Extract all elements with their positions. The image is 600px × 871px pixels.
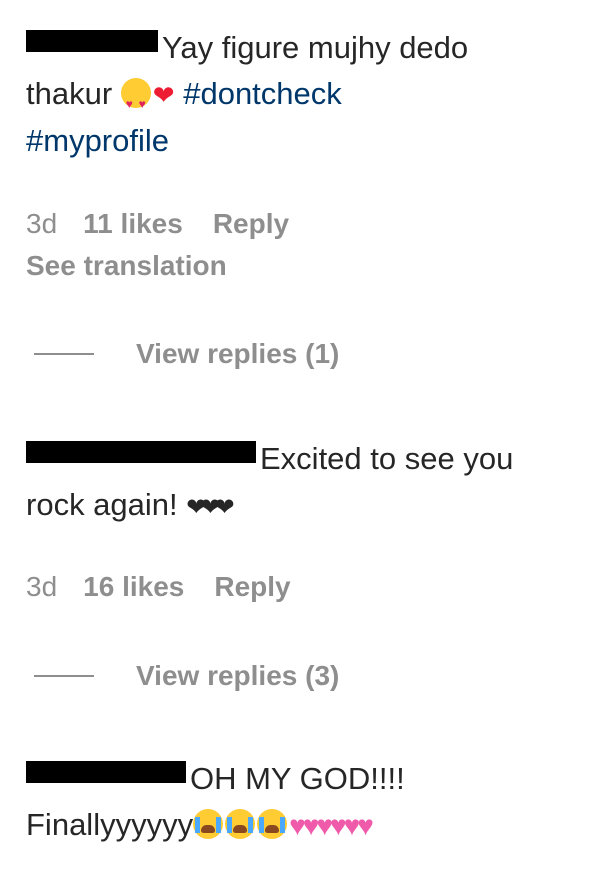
divider-line [34,353,94,355]
redacted-username[interactable]: ferozexliqrua [26,441,256,463]
hashtag-link[interactable]: #myprofile [26,123,169,158]
comment-1: zoyeupYay figure mujhy dedo thakur ❤ #do… [26,25,580,164]
crying-face-emoji-icon [257,809,288,839]
likes-count[interactable]: 16 likes [83,571,184,602]
crying-face-emoji-icon [225,809,256,839]
comment-meta: 3d 16 likes Reply [26,571,291,603]
see-translation-button[interactable]: See translation [26,250,227,282]
comment-3: basunr.xo OH MY GOD!!!! Finallyyyyyy ♥♥♥♥♥… [26,756,580,849]
comment-text: ferozexliqrua Excited to see you rock aga… [26,441,514,522]
divider-line [34,675,94,677]
comment-text: zoyeupYay figure mujhy dedo thakur ❤ #do… [26,25,580,164]
redacted-username[interactable]: basunr.xo [26,761,186,783]
hashtag-link[interactable]: #dontcheck [183,76,342,111]
likes-count[interactable]: 11 likes [83,208,183,239]
comment-text: basunr.xo OH MY GOD!!!! Finallyyyyyy ♥♥♥♥♥… [26,761,405,842]
crying-face-emoji-icon [193,809,224,839]
heart-eyes-emoji-icon [120,78,151,127]
comment-meta: 3d 11 likes Reply [26,208,289,240]
red-heart-icon: ❤ [152,80,175,110]
comment-time[interactable]: 3d [26,208,57,239]
comment-2: ferozexliqrua Excited to see you rock aga… [26,436,580,531]
reply-button[interactable]: Reply [214,571,290,602]
pink-hearts-icon: ♥♥♥♥♥♥ [289,810,374,841]
black-hearts-icon: ❤❤❤ [186,494,234,521]
reply-button[interactable]: Reply [213,208,289,239]
comment-time[interactable]: 3d [26,571,57,602]
view-replies-button[interactable]: View replies (3) [34,660,339,692]
redacted-username[interactable]: zoyeup [26,30,158,52]
view-replies-button[interactable]: View replies (1) [34,338,339,370]
